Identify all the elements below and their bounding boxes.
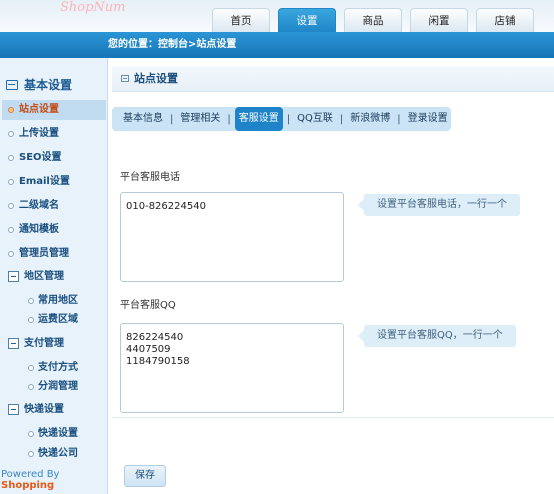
sidebar-item-express-settings[interactable]: 快递设置 [2,424,106,444]
subtab-sina-weibo[interactable]: 新浪微博 [347,107,393,131]
nav-tab-settings[interactable]: 设置 [278,8,336,32]
sidebar-item-label: Email设置 [19,176,70,187]
qq-textarea[interactable]: 826224540 4407509 1184790158 [120,323,344,413]
subtab-separator: | [286,113,291,125]
settings-subtabs: 基本信息 | 管理相关 | 客服设置 | QQ互联 | 新浪微博 | 登录设置 [112,107,451,131]
sidebar-item-profit-sharing[interactable]: 分润管理 [2,377,106,397]
sidebar-item-upload-settings[interactable]: 上传设置 [2,124,106,144]
sidebar-group-region[interactable]: 地区管理 [8,268,64,286]
panel-header: 站点设置 [112,66,554,92]
nav-tab-idle[interactable]: 闲置 [410,8,468,32]
sidebar-group-payment[interactable]: 支付管理 [8,335,64,353]
qq-hint: 设置平台客服QQ，一行一个 [358,325,516,347]
sidebar-item-label: 快递设置 [38,428,78,439]
main-content: 站点设置 基本信息 | 管理相关 | 客服设置 | QQ互联 | 新浪微博 | … [108,58,554,494]
window-icon [6,79,18,90]
sidebar-item-site-settings[interactable]: 站点设置 [2,100,106,120]
subtab-login-settings[interactable]: 登录设置 [405,107,451,131]
sidebar-item-label: 快递公司 [38,448,78,459]
bullet-icon [28,384,34,390]
sidebar-group-express[interactable]: 快递设置 [8,401,64,419]
powered-by-prefix: Powered By [1,469,60,480]
sidebar-item-seo-settings[interactable]: SEO设置 [2,148,106,168]
bullet-icon [28,298,34,304]
bullet-icon [8,155,14,161]
phone-hint: 设置平台客服电话，一行一个 [358,194,520,216]
bullet-icon [28,317,34,323]
phone-label: 平台客服电话 [120,172,180,183]
collapse-icon [8,338,19,349]
sidebar-item-express-companies[interactable]: 快递公司 [2,444,106,464]
subtab-management[interactable]: 管理相关 [177,107,223,131]
qq-label: 平台客服QQ [120,300,176,311]
bullet-icon [28,451,34,457]
sidebar-item-label: 管理员管理 [19,248,69,259]
sidebar-item-label: 上传设置 [19,128,59,139]
sidebar-item-payment-methods[interactable]: 支付方式 [2,358,106,378]
subtab-separator: | [227,113,231,125]
collapse-icon [8,271,19,282]
bullet-icon [28,431,34,437]
sidebar-group-label: 快递设置 [24,404,64,415]
sidebar-item-notification-templates[interactable]: 通知模板 [2,220,106,240]
sidebar-header: 基本设置 [6,76,72,93]
breadcrumb-bar: 您的位置：控制台>站点设置 [0,32,554,58]
subtab-separator: | [170,113,174,125]
sidebar-item-admin-management[interactable]: 管理员管理 [2,244,106,264]
panel-title: 站点设置 [134,72,178,85]
subtab-basic-info[interactable]: 基本信息 [120,107,166,131]
phone-textarea[interactable]: 010-826224540 [120,192,344,282]
bullet-icon [8,251,14,257]
sidebar-title: 基本设置 [24,78,73,92]
panel-icon [121,75,129,82]
bullet-icon [28,365,34,371]
breadcrumb: 您的位置：控制台>站点设置 [108,39,237,50]
sidebar-item-label: 站点设置 [19,104,59,115]
sidebar-item-label: 分润管理 [38,381,78,392]
bullet-icon [8,107,14,113]
sidebar-item-label: 运费区域 [38,314,78,325]
sidebar-item-label: 二级域名 [19,200,59,211]
top-bar: ShopNum 首页 设置 商品 闲置 店铺 [0,0,554,32]
bullet-icon [8,203,14,209]
sidebar-group-label: 支付管理 [24,338,64,349]
main-nav: 首页 设置 商品 闲置 店铺 [212,8,534,32]
sidebar-item-subdomain[interactable]: 二级域名 [2,196,106,216]
sidebar-group-label: 地区管理 [24,271,64,282]
nav-tab-home[interactable]: 首页 [212,8,270,32]
sidebar-item-shipping-zones[interactable]: 运费区域 [2,310,106,330]
collapse-icon [8,404,19,415]
divider [112,417,554,418]
sidebar-item-label: 支付方式 [38,362,78,373]
subtab-qq-connect[interactable]: QQ互联 [294,107,336,131]
sidebar: 基本设置 站点设置 上传设置 SEO设置 Email设置 二级域名 通知模板 管… [0,58,108,494]
subtab-customer-service[interactable]: 客服设置 [234,107,283,131]
nav-tab-shops[interactable]: 店铺 [476,8,534,32]
sidebar-item-common-regions[interactable]: 常用地区 [2,291,106,311]
sidebar-item-label: 常用地区 [38,295,78,306]
sidebar-item-label: SEO设置 [19,152,62,163]
powered-by-brand: Shopping [1,480,55,491]
bullet-icon [8,179,14,185]
logo: ShopNum [60,0,126,15]
powered-by: Powered By Shopping [0,469,108,491]
bullet-icon [8,227,14,233]
save-button[interactable]: 保存 [124,465,166,487]
sidebar-item-email-settings[interactable]: Email设置 [2,172,106,192]
subtab-separator: | [397,113,401,125]
bullet-icon [8,131,14,137]
app-root: ShopNum 首页 设置 商品 闲置 店铺 您的位置：控制台>站点设置 基本设… [0,0,554,494]
sidebar-item-label: 通知模板 [19,224,59,235]
nav-tab-products[interactable]: 商品 [344,8,402,32]
subtab-separator: | [339,113,344,125]
